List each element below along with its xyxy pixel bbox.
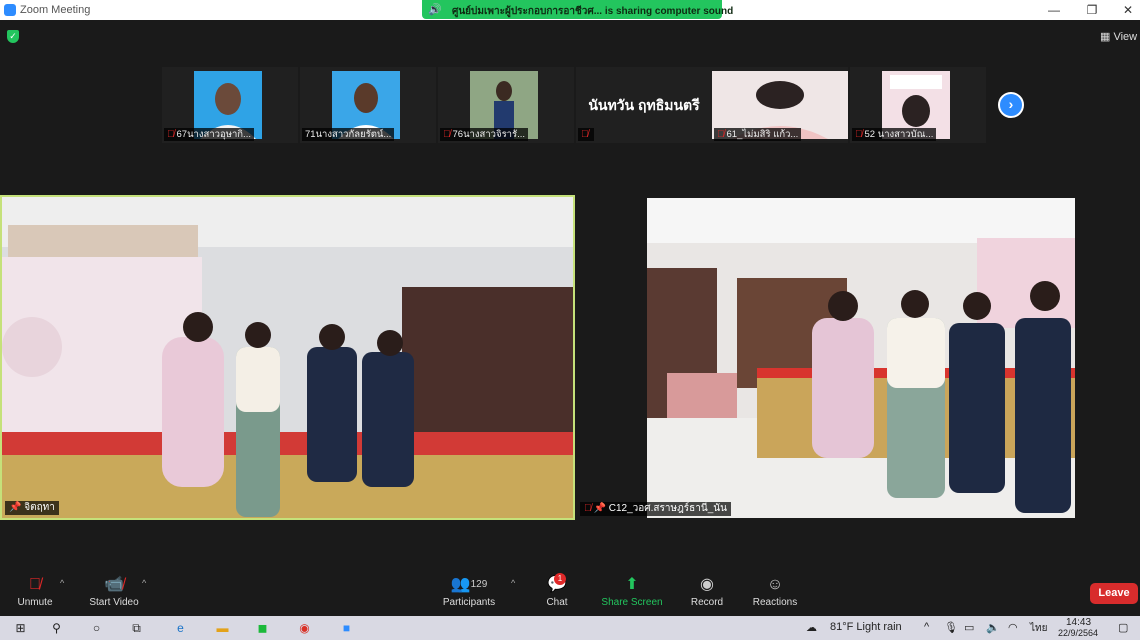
windows-taskbar: ⊞ ⚲ ○ ⧉ e ▬ ◼ ◉ ■ ☁ 81°F Light rain ^ 🎙 … [0,616,1140,640]
windows-start-icon[interactable]: ⊞ [12,620,29,636]
participant-tile[interactable]: 🎙̸ 61_ไม่มสิริ แก้ว... [712,67,848,143]
participant-name-label: 🎙̸ 61_ไม่มสิริ แก้ว... [714,128,802,141]
participant-tile[interactable]: 🎙̸ 67นางสาวอุษากิ... [162,67,298,143]
restore-button[interactable]: ❐ [1082,2,1102,18]
participant-name-label: 🎙̸ 76นางสาวจิรารั... [440,128,529,141]
pin-icon: 📌 [9,502,25,513]
start-video-button[interactable]: 📹̸ Start Video [86,570,142,615]
pin-icon: 📌 [593,503,609,514]
cortana-icon[interactable]: ○ [88,620,105,636]
participant-tile[interactable]: 71นางสาวกัลยรัตน์... [300,67,436,143]
sharing-sound-banner[interactable]: 🔊 ศูนย์บ่มเพาะผู้ประกอบการอาชีวศ... is s… [422,0,733,19]
meeting-toolbar: 🎙̸ Unmute ^ 📹̸ Start Video ^ 👥129 Partic… [0,570,1140,615]
minimize-button[interactable]: — [1044,2,1064,18]
participant-name-label: 🎙̸ 67นางสาวอุษากิ... [164,128,254,141]
record-button[interactable]: ◉ Record [688,570,726,615]
participant-name-label: 🎙̸ 52 นางสาวบัณ... [852,128,937,141]
reactions-button[interactable]: ☺ Reactions [750,570,800,615]
chat-unread-badge: 1 [554,573,566,585]
microphone-icon: 🎙 [944,622,958,634]
participants-icon: 👥129 [450,576,488,593]
mic-muted-icon: 🎙̸ [584,503,592,514]
mic-muted-icon: 🎙̸ [167,129,175,140]
mic-muted-icon: 🎙̸ [29,576,41,593]
edge-browser-icon[interactable]: e [172,620,189,636]
video-off-icon: 📹̸ [104,576,124,593]
participant-name: นันทวัน ฤทธิมนตรี [588,97,700,113]
participant-mic-status: 🎙̸ [578,128,594,141]
unmute-button[interactable]: 🎙̸ Unmute [12,570,58,615]
tray-chevron-icon[interactable]: ^ [924,621,929,633]
participant-video-2[interactable] [647,198,1075,518]
zoom-taskbar-icon[interactable]: ■ [338,620,355,636]
sharing-sound-text: ศูนย์บ่มเพาะผู้ประกอบการอาชีวศ... is sha… [452,6,734,17]
weather-status[interactable]: 81°F Light rain [830,621,902,633]
zoom-app-icon [4,4,16,16]
participant-tile[interactable]: 🎙̸ 76นางสาวจิรารั... [438,67,574,143]
chat-button[interactable]: 💬 1 Chat [540,570,574,615]
hall-scene-video [647,198,1075,518]
search-icon[interactable]: ⚲ [48,620,65,636]
record-icon: ◉ [700,576,714,593]
audio-options-chevron-icon[interactable]: ^ [60,578,64,588]
share-screen-icon: ⬆ [625,576,639,593]
video-name-label: 📌 จิตฤทา [5,501,59,515]
mic-muted-icon: 🎙̸ [443,129,451,140]
active-speaker-video[interactable]: 📌 จิตฤทา [0,195,575,520]
video-options-chevron-icon[interactable]: ^ [142,578,146,588]
file-explorer-icon[interactable]: ▬ [214,620,231,636]
close-button[interactable]: ✕ [1118,2,1138,18]
window-title: Zoom Meeting [20,4,91,16]
task-view-icon[interactable]: ⧉ [128,620,145,636]
battery-icon[interactable]: ▭ [964,621,974,634]
notifications-icon[interactable]: ▢ [1118,621,1128,634]
view-button[interactable]: ▦ View [1100,30,1137,43]
security-shield-icon[interactable]: ✓ [7,30,19,43]
participant-name-label: 71นางสาวกัลยรัตน์... [302,128,395,141]
participant-tile[interactable]: 🎙̸ 52 นางสาวบัณ... [850,67,986,143]
share-screen-button[interactable]: ⬆ Share Screen [600,570,664,615]
leave-button[interactable]: Leave [1090,583,1138,604]
input-language[interactable]: ไทย [1030,621,1047,636]
mic-muted-icon: 🎙̸ [581,129,589,140]
participants-options-chevron-icon[interactable]: ^ [511,578,515,588]
next-page-chevron-icon[interactable]: › [998,92,1024,118]
participants-button[interactable]: 👥129 Participants [440,570,498,615]
mic-muted-icon: 🎙̸ [855,129,863,140]
weather-cloud-icon: ☁ [806,622,817,634]
speaker-icon: 🔊 [428,4,442,16]
stage-scene-video [2,197,573,518]
reactions-icon: ☺ [766,576,784,593]
chrome-icon[interactable]: ◉ [296,620,313,636]
participant-strip: 🎙̸ 67นางสาวอุษากิ... 71นางสาวกัลยรัตน์...… [162,67,987,143]
mic-muted-icon: 🎙̸ [717,129,725,140]
participant-tile[interactable]: นันทวัน ฤทธิมนตรี 🎙̸ [576,67,712,143]
wifi-icon[interactable]: ◠ [1008,621,1018,634]
clock-time[interactable]: 14:43 [1066,617,1091,628]
clock-date[interactable]: 22/9/2564 [1058,628,1098,638]
volume-icon[interactable]: 🔈 [986,621,1000,634]
line-app-icon[interactable]: ◼ [254,620,271,636]
view-label: View [1113,31,1138,43]
video-name-label: 🎙̸ 📌 C12_วอศ.สราษฎร์ธานี_นัน [580,502,731,516]
grid-icon: ▦ [1100,31,1114,43]
